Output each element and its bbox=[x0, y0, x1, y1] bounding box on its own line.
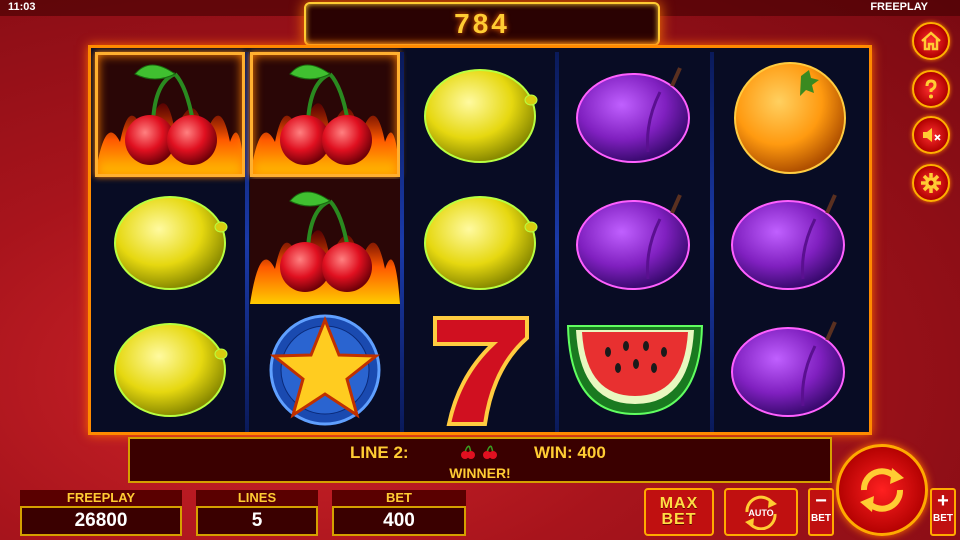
win-info-bar: LINE 2: WIN: 400 WINNER! bbox=[128, 437, 832, 483]
reel-4 bbox=[560, 52, 710, 432]
lemon-icon bbox=[95, 179, 245, 304]
lemon-icon bbox=[405, 179, 555, 304]
max-bet-label-2: BET bbox=[661, 511, 697, 528]
bet-increase-button[interactable]: + BET bbox=[930, 488, 956, 536]
orange-icon bbox=[715, 52, 865, 177]
help-button[interactable] bbox=[912, 70, 950, 108]
lines-label: LINES bbox=[196, 490, 318, 506]
reel-divider bbox=[400, 52, 404, 432]
plum-icon bbox=[715, 179, 865, 304]
plum-icon bbox=[715, 306, 865, 431]
reel-divider bbox=[245, 52, 249, 432]
plum-icon bbox=[560, 179, 710, 304]
home-button[interactable] bbox=[912, 22, 950, 60]
watermelon-icon bbox=[560, 306, 710, 431]
reel-divider bbox=[710, 52, 714, 432]
home-icon bbox=[921, 31, 941, 51]
plus-icon: + bbox=[937, 490, 949, 512]
clock: 11:03 bbox=[8, 1, 36, 13]
settings-button[interactable] bbox=[912, 164, 950, 202]
bet-value: 400 bbox=[332, 506, 466, 536]
bet-decrease-label: BET bbox=[811, 513, 831, 524]
win-line-label: LINE 2: bbox=[350, 443, 409, 462]
settings-icon bbox=[921, 173, 941, 193]
bet-increase-label: BET bbox=[933, 513, 953, 524]
cherry-icon bbox=[250, 179, 400, 304]
win-amount-label: WIN: 400 bbox=[534, 443, 606, 462]
lines-value: 5 bbox=[196, 506, 318, 536]
auto-spin-icon: AUTO bbox=[745, 495, 777, 530]
reel-divider bbox=[555, 52, 559, 432]
lemon-icon bbox=[405, 52, 555, 177]
win-amount: 784 bbox=[454, 8, 510, 39]
reel-3 bbox=[405, 52, 555, 432]
freeplay-balance: 26800 bbox=[20, 506, 182, 536]
auto-spin-button[interactable]: AUTO bbox=[724, 488, 798, 536]
win-highlight bbox=[250, 52, 400, 177]
reel-2 bbox=[250, 52, 400, 432]
star-icon bbox=[250, 306, 400, 431]
max-bet-button[interactable]: MAX BET bbox=[644, 488, 714, 536]
win-display: 784 bbox=[304, 2, 660, 46]
minus-icon: − bbox=[815, 490, 827, 512]
max-bet-label-1: MAX bbox=[659, 495, 699, 512]
sound-muted-icon bbox=[923, 128, 941, 142]
cherry-icon bbox=[461, 445, 475, 459]
reels-area bbox=[88, 45, 872, 435]
reel-1 bbox=[95, 52, 245, 432]
help-icon bbox=[925, 79, 937, 99]
win-highlight bbox=[95, 52, 245, 177]
lemon-icon bbox=[95, 306, 245, 431]
reel-5 bbox=[715, 52, 865, 432]
freeplay-label: FREEPLAY bbox=[20, 490, 182, 506]
seven-icon bbox=[405, 306, 555, 431]
plum-icon bbox=[560, 52, 710, 177]
bet-label: BET bbox=[332, 490, 466, 506]
sound-toggle-button[interactable] bbox=[912, 116, 950, 154]
bet-decrease-button[interactable]: − BET bbox=[808, 488, 834, 536]
winner-message: WINNER! bbox=[449, 465, 511, 481]
spin-button[interactable] bbox=[836, 444, 928, 536]
cherry-icon bbox=[483, 445, 497, 459]
play-mode-label: FREEPLAY bbox=[870, 1, 928, 13]
auto-label: AUTO bbox=[748, 508, 773, 518]
spin-icon bbox=[860, 468, 904, 512]
